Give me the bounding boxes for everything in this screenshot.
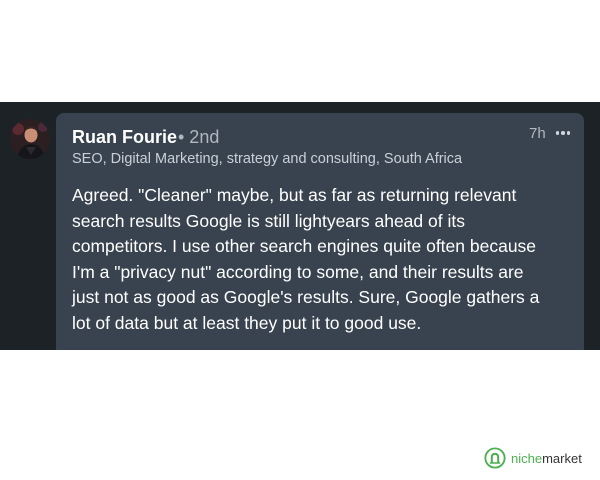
author-headline: SEO, Digital Marketing, strategy and con… (72, 151, 463, 167)
more-options-button[interactable] (551, 123, 575, 143)
connection-degree: • 2nd (178, 127, 220, 147)
avatar-photo (10, 119, 50, 159)
brand-name: nichemarket (511, 450, 582, 466)
ellipsis-icon (555, 131, 560, 135)
nichemarket-watermark: nichemarket (484, 444, 582, 472)
comment-text: Agreed. "Cleaner" maybe, but as far as r… (72, 185, 540, 333)
avatar[interactable] (10, 119, 50, 159)
author-name[interactable]: Ruan Fourie (72, 127, 177, 148)
comment-timestamp: 7h (529, 125, 546, 142)
nichemarket-logo-icon (484, 447, 506, 469)
comment-card: Ruan Fourie • 2nd SEO, Digital Marketing… (56, 113, 584, 350)
